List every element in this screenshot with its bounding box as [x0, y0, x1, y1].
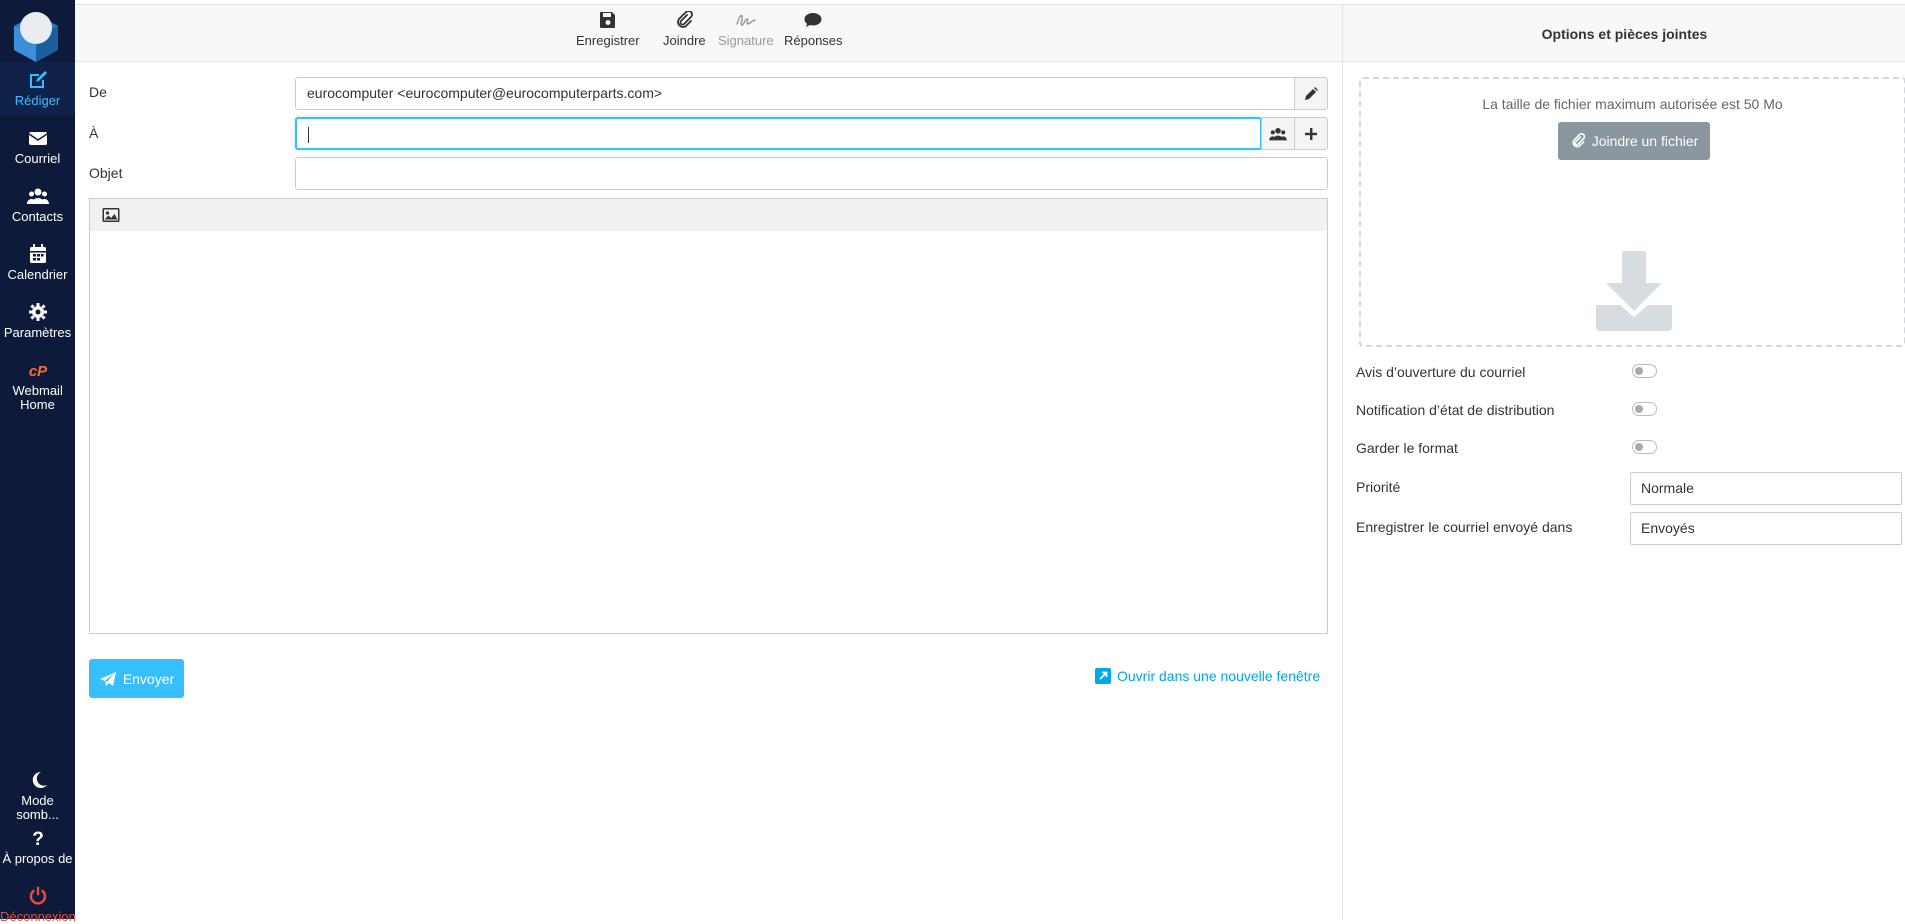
subject-label: Objet	[89, 165, 123, 181]
sidebar-item-label: Courriel	[14, 151, 61, 166]
svg-text:cP: cP	[28, 363, 47, 380]
about-link[interactable]: ? À propos de	[0, 828, 75, 866]
sidebar-item-contacts[interactable]: Contacts	[0, 186, 75, 224]
sidebar-item-compose[interactable]: Rédiger	[0, 62, 75, 115]
compose-icon	[29, 71, 47, 88]
send-label: Envoyer	[122, 670, 175, 687]
send-button[interactable]: Envoyer	[89, 659, 184, 698]
read-receipt-label: Avis d’ouverture du courriel	[1356, 364, 1526, 380]
sidebar-item-settings[interactable]: Paramètres	[0, 302, 75, 340]
external-link-icon	[1095, 668, 1111, 684]
question-icon: ?	[32, 829, 44, 848]
signature-icon	[736, 14, 756, 26]
svg-text:?: ?	[32, 829, 44, 848]
signature-label: Signature	[718, 33, 774, 48]
sidebar-item-label: Rédiger	[14, 93, 61, 108]
save-icon	[599, 12, 615, 28]
keep-format-label: Garder le format	[1356, 440, 1458, 456]
users-icon	[26, 188, 49, 204]
attach-file-button[interactable]: Joindre un fichier	[1558, 122, 1710, 160]
cpanel-icon: cP	[28, 363, 47, 380]
moon-icon	[32, 771, 47, 788]
read-receipt-toggle[interactable]	[1632, 364, 1657, 378]
responses-button[interactable]: Réponses	[784, 11, 843, 48]
responses-label: Réponses	[784, 33, 843, 48]
gear-icon	[28, 303, 47, 321]
calendar-icon	[29, 244, 46, 263]
sidebar-item-webmail-home[interactable]: cP Webmail Home	[0, 360, 75, 412]
sidebar-item-label: Webmail Home	[12, 383, 63, 412]
plus-icon	[1305, 127, 1317, 140]
paperclip-icon	[677, 11, 694, 28]
power-icon	[29, 886, 46, 905]
save-button[interactable]: Enregistrer	[576, 11, 640, 48]
paperclip-icon	[1572, 133, 1585, 148]
compose-toolbar: Enregistrer Joindre Signature Réponses	[75, 4, 1342, 62]
delivery-status-label: Notification d’état de distribution	[1356, 402, 1555, 418]
subject-input[interactable]	[295, 157, 1328, 190]
image-icon	[102, 208, 120, 222]
download-icon	[1596, 251, 1672, 331]
sidebar-item-label: Contacts	[11, 209, 64, 224]
save-label: Enregistrer	[576, 33, 640, 48]
sidebar-item-label: Déconnexion	[0, 909, 76, 924]
signature-button[interactable]: Signature	[718, 11, 774, 48]
attach-file-label: Joindre un fichier	[1591, 133, 1699, 149]
comment-icon	[804, 13, 822, 27]
message-body-editor[interactable]	[89, 231, 1328, 634]
save-sent-label: Enregistrer le courriel envoyé dans	[1356, 519, 1573, 535]
editor-toolbar	[89, 198, 1328, 232]
priority-select[interactable]: Normale	[1630, 472, 1902, 505]
sidebar-item-calendar[interactable]: Calendrier	[0, 244, 75, 282]
new-window-label: Ouvrir dans une nouvelle fenêtre	[1117, 668, 1321, 684]
add-header-button[interactable]	[1294, 117, 1328, 150]
from-label: De	[89, 84, 107, 100]
text-cursor	[308, 127, 309, 144]
options-panel: Options et pièces jointes La taille de f…	[1342, 4, 1905, 919]
sidebar-item-label: À propos de	[2, 851, 73, 866]
max-size-text: La taille de fichier maximum autorisée e…	[1482, 96, 1783, 112]
edit-identity-button[interactable]	[1294, 77, 1328, 110]
sidebar-item-label: Mode somb...	[16, 793, 59, 822]
logout-link[interactable]: Déconnexion	[0, 886, 76, 924]
to-input[interactable]	[295, 117, 1262, 150]
app-logo[interactable]	[8, 6, 64, 62]
open-new-window-link[interactable]: Ouvrir dans une nouvelle fenêtre	[1095, 668, 1320, 684]
pencil-icon	[1305, 86, 1318, 100]
save-sent-select[interactable]: Envoyés	[1630, 512, 1902, 545]
from-select[interactable]: eurocomputer <eurocomputer@eurocomputerp…	[295, 77, 1295, 110]
insert-image-button[interactable]	[102, 207, 122, 223]
paper-plane-icon	[99, 671, 116, 686]
sidebar: Rédiger Courriel Contacts Calendrier Par…	[0, 0, 76, 924]
priority-label: Priorité	[1356, 479, 1401, 495]
attach-button[interactable]: Joindre	[663, 11, 706, 48]
sidebar-item-label: Calendrier	[7, 267, 68, 282]
address-book-button[interactable]	[1261, 117, 1295, 150]
users-icon	[1269, 127, 1287, 140]
attachment-dropzone[interactable]: La taille de fichier maximum autorisée e…	[1359, 77, 1905, 347]
dark-mode-toggle[interactable]: Mode somb...	[0, 770, 75, 822]
delivery-status-toggle[interactable]	[1632, 402, 1657, 416]
options-header: Options et pièces jointes	[1343, 4, 1905, 62]
sidebar-item-label: Paramètres	[3, 325, 72, 340]
attach-label: Joindre	[663, 33, 706, 48]
to-label: À	[89, 125, 99, 141]
sidebar-item-mail[interactable]: Courriel	[0, 128, 75, 166]
envelope-icon	[28, 132, 47, 145]
keep-format-toggle[interactable]	[1632, 440, 1657, 454]
